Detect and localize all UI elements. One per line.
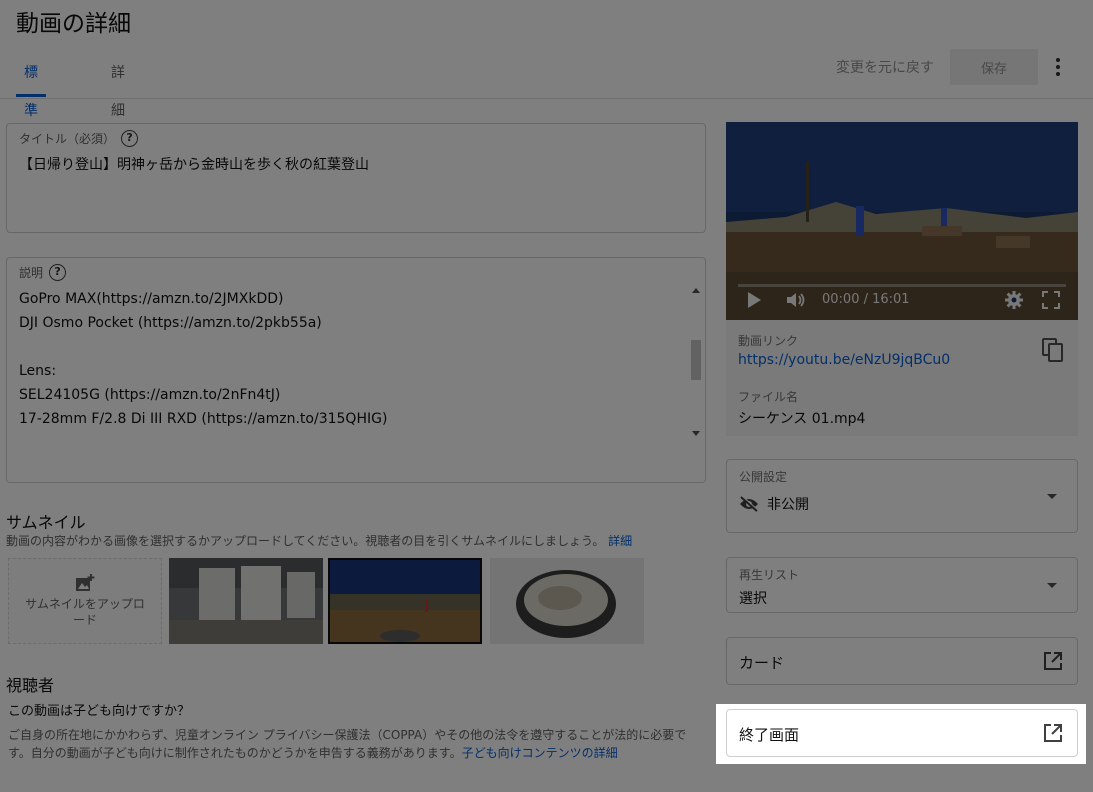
signboard-thumbnail-image xyxy=(169,558,323,644)
thumbnail-option[interactable] xyxy=(169,558,323,644)
summit-thumbnail-image xyxy=(330,560,480,642)
scroll-up-icon[interactable] xyxy=(692,288,700,293)
description-line: 17-28mm F/2.8 Di III RXD (https://amzn.t… xyxy=(19,411,388,427)
visibility-select[interactable]: 公開設定 非公開 xyxy=(726,459,1078,533)
description-line: DJI Osmo Pocket (https://amzn.to/2pkb55a… xyxy=(19,315,322,331)
eye-off-icon xyxy=(740,496,759,512)
more-options-icon[interactable] xyxy=(1048,54,1068,80)
title-field-label: タイトル（必須） xyxy=(19,132,116,146)
end-screen-button[interactable]: 終了画面 xyxy=(726,709,1078,757)
end-screen-label: 終了画面 xyxy=(739,726,800,744)
cards-label: カード xyxy=(739,654,785,672)
playlist-value: 選択 xyxy=(739,591,767,607)
chevron-down-icon xyxy=(1047,494,1057,499)
thumbnail-section-title: サムネイル xyxy=(6,513,86,532)
help-icon[interactable]: ? xyxy=(49,264,67,281)
volume-icon[interactable] xyxy=(786,292,806,308)
scroll-thumb[interactable] xyxy=(691,340,701,380)
description-field[interactable]: 説明 ? GoPro MAX(https://amzn.to/2JMXkDD) … xyxy=(6,257,706,483)
audience-section-title: 視聴者 xyxy=(6,676,55,695)
thumbnail-option[interactable] xyxy=(490,558,644,644)
copy-icon[interactable] xyxy=(1042,338,1064,362)
description-line: Lens: xyxy=(19,363,57,379)
description-line: SEL24105G (https://amzn.to/2nFn4tJ) xyxy=(19,387,281,403)
playlist-select[interactable]: 再生リスト 選択 xyxy=(726,557,1078,613)
video-info-panel: 動画リンク https://youtu.be/eNzU9jqBCu0 ファイル名… xyxy=(726,320,1078,436)
video-progress-bar[interactable] xyxy=(738,284,1066,287)
cards-button[interactable]: カード xyxy=(726,637,1078,685)
upload-thumbnail-label: サムネイルをアップロード xyxy=(25,597,145,627)
audience-description: ご自身の所在地にかかわらず、児童オンライン プライバシー保護法（COPPA）やそ… xyxy=(8,728,687,760)
video-details-page: 動画の詳細 標準 詳細 変更を元に戻す 保存 タイトル（必須） ? 【日帰り登山… xyxy=(0,0,1093,792)
video-time: 00:00 / 16:01 xyxy=(822,292,910,307)
description-field-label: 説明 xyxy=(19,266,44,280)
fullscreen-icon[interactable] xyxy=(1042,291,1060,309)
tab-advanced[interactable]: 詳細 xyxy=(111,54,125,119)
video-link-label: 動画リンク xyxy=(738,334,799,348)
undo-changes-button[interactable]: 変更を元に戻す xyxy=(836,57,934,77)
page-title: 動画の詳細 xyxy=(16,11,131,37)
open-in-new-icon xyxy=(1044,724,1062,742)
description-line xyxy=(19,335,679,359)
chevron-down-icon xyxy=(1047,583,1057,588)
description-textarea[interactable]: GoPro MAX(https://amzn.to/2JMXkDD) DJI O… xyxy=(19,287,679,431)
description-scrollbar[interactable] xyxy=(689,280,703,444)
bowl-thumbnail-image xyxy=(490,558,644,644)
upload-thumbnail-button[interactable]: サムネイルをアップロード xyxy=(8,558,162,644)
thumbnail-section-subtitle: 動画の内容がわかる画像を選択するかアップロードしてください。視聴者の目を引くサム… xyxy=(6,534,633,548)
save-button[interactable]: 保存 xyxy=(950,49,1038,85)
description-line: GoPro MAX(https://amzn.to/2JMXkDD) xyxy=(19,291,284,307)
playlist-label: 再生リスト xyxy=(739,568,800,582)
file-name-value: シーケンス 01.mp4 xyxy=(738,411,866,427)
video-link-url[interactable]: https://youtu.be/eNzU9jqBCu0 xyxy=(738,352,950,368)
file-name-label: ファイル名 xyxy=(738,390,799,404)
kids-content-learn-more-link[interactable]: 子ども向けコンテンツの詳細 xyxy=(462,746,618,760)
play-icon[interactable] xyxy=(748,292,761,308)
settings-gear-icon[interactable] xyxy=(1004,290,1024,310)
title-input[interactable]: 【日帰り登山】明神ヶ岳から金時山を歩く秋の紅葉登山 xyxy=(19,154,369,174)
add-image-icon xyxy=(76,574,95,591)
header-divider xyxy=(0,98,1093,99)
video-controls: 00:00 / 16:01 xyxy=(726,280,1078,320)
open-in-new-icon xyxy=(1044,652,1062,670)
scroll-down-icon[interactable] xyxy=(692,431,700,436)
thumbnail-learn-more-link[interactable]: 詳細 xyxy=(608,534,632,548)
video-preview[interactable]: 00:00 / 16:01 xyxy=(726,122,1078,320)
title-field[interactable]: タイトル（必須） ? 【日帰り登山】明神ヶ岳から金時山を歩く秋の紅葉登山 xyxy=(6,123,706,233)
thumbnail-option-selected[interactable] xyxy=(328,558,482,644)
visibility-label: 公開設定 xyxy=(739,470,788,484)
tab-standard[interactable]: 標準 xyxy=(16,54,46,119)
made-for-kids-question: この動画は子ども向けですか？ xyxy=(8,704,191,719)
visibility-value: 非公開 xyxy=(767,497,809,513)
help-icon[interactable]: ? xyxy=(121,130,139,147)
